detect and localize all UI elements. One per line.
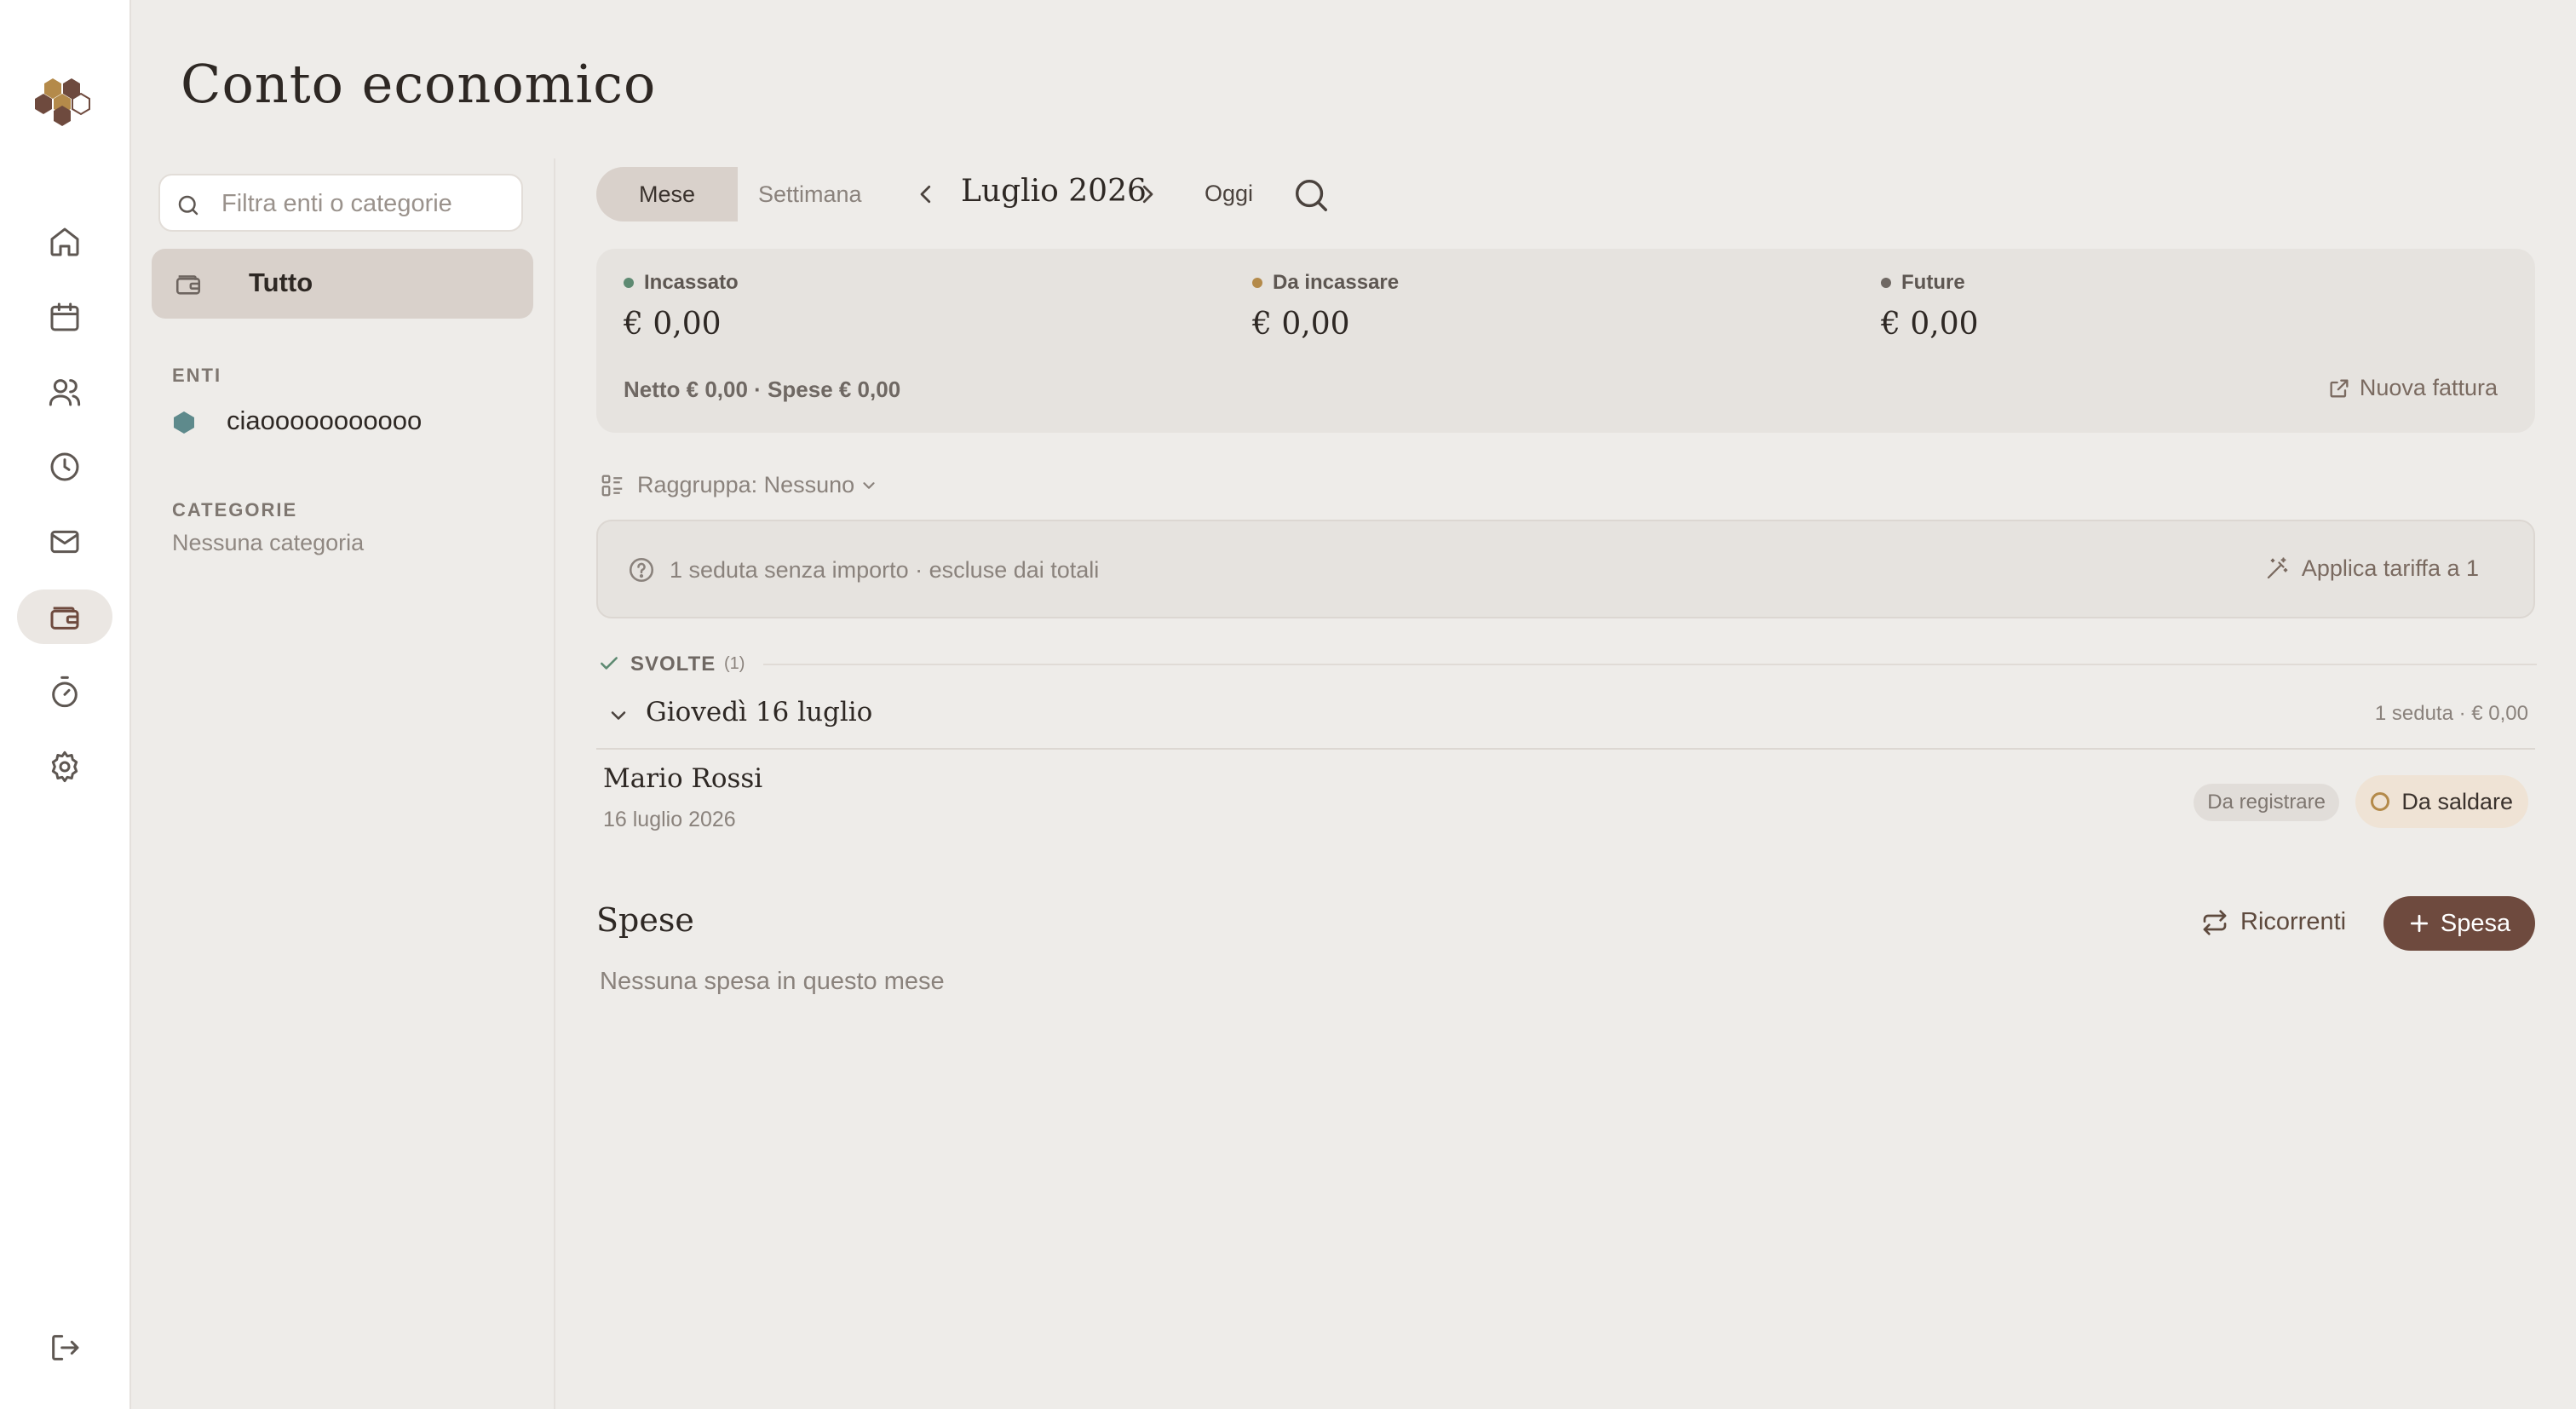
nav-history[interactable] [17,440,112,494]
nav-home[interactable] [17,215,112,269]
stat-value: € 0,00 [1881,307,1979,342]
apply-rate-button[interactable]: Applica tariffa a 1 [2264,555,2479,582]
stat-collected: Incassato € 0,00 [624,271,739,342]
group-by-dropdown[interactable]: Raggruppa: Nessuno [600,472,890,498]
completed-section-header[interactable]: SVOLTE (1) [598,651,2537,676]
payment-status-label: Da saldare [2401,788,2513,814]
notice-text: 1 seduta senza importo · escluse dai tot… [670,556,1100,583]
day-label: Giovedì 16 luglio [646,697,873,728]
nav-finance[interactable] [17,589,112,644]
wallet-icon [50,607,79,630]
apply-rate-label: Applica tariffa a 1 [2301,555,2479,581]
filter-panel: Tutto ENTI ciaooooooooooo CATEGORIE Ness… [129,158,555,1409]
mail-icon [50,530,79,554]
summary-card: Incassato € 0,00 Da incassare € 0,00 Fut… [596,249,2535,433]
search-button[interactable] [1291,175,1331,215]
search-icon [1295,179,1327,211]
recurring-button[interactable]: Ricorrenti [2201,908,2346,936]
totals-line: Netto € 0,00 · Spese € 0,00 [624,377,901,402]
stat-label: Future [1901,271,1965,294]
nav-settings[interactable] [17,739,112,794]
filter-search-input[interactable] [220,186,513,221]
view-month[interactable]: Mese [596,167,738,221]
nav-patients[interactable] [17,365,112,419]
entity-name: ciaooooooooooo [227,405,423,435]
filter-all[interactable]: Tutto [152,249,533,319]
magic-wand-icon [2267,556,2288,578]
stat-to-collect: Da incassare € 0,00 [1252,271,1399,342]
chevron-down-icon [863,481,875,489]
logout-icon [52,1335,79,1360]
no-categories: Nessuna categoria [172,530,365,555]
session-row[interactable]: Mario Rossi 16 luglio 2026 Da registrare… [596,750,2535,852]
view-week[interactable]: Settimana [738,167,883,221]
day-summary: 1 seduta · € 0,00 [2374,702,2528,725]
add-expense-label: Spesa [2440,909,2511,937]
view-toggle: Mese Settimana [596,167,883,221]
status-dot-icon [1252,278,1262,288]
nav-messages[interactable] [17,515,112,569]
recurring-label: Ricorrenti [2240,908,2347,935]
nav-logout[interactable] [17,1320,112,1375]
entities-heading: ENTI [172,365,222,386]
next-period-button[interactable] [1135,179,1160,210]
stat-label: Incassato [644,271,739,294]
repeat-icon [2203,909,2227,935]
status-dot-icon [624,278,634,288]
clock-icon [50,452,79,481]
chevron-right-icon [1142,185,1153,204]
categories-heading: CATEGORIE [172,499,298,520]
page-title: Conto economico [181,53,657,115]
home-icon [50,227,79,256]
section-label: SVOLTE [630,653,716,676]
nav-timer[interactable] [17,664,112,719]
wallet-icon [175,275,201,295]
app-logo [34,78,90,126]
divider [763,664,2537,665]
search-icon [178,195,198,216]
add-expense-button[interactable]: Spesa [2383,896,2535,951]
users-icon [49,379,81,406]
nav-rail [0,0,131,1409]
help-circle-icon [629,557,654,583]
prev-period-button[interactable] [913,179,939,210]
calendar-icon [50,302,79,331]
nav-calendar[interactable] [17,290,112,344]
session-patient-name: Mario Rossi [603,763,763,794]
gear-icon [51,751,78,783]
session-date: 16 luglio 2026 [603,808,736,831]
missing-amount-notice: 1 seduta senza importo · escluse dai tot… [596,520,2535,618]
stat-value: € 0,00 [1252,307,1350,342]
status-dot-icon [1881,278,1891,288]
stat-value: € 0,00 [624,307,722,342]
payment-status-button[interactable]: Da saldare [2355,775,2528,828]
expenses-title: Spese [596,901,694,939]
stat-future: Future € 0,00 [1881,271,1979,342]
circle-icon [2371,792,2390,811]
today-button[interactable]: Oggi [1205,181,1253,207]
stat-label: Da incassare [1273,271,1400,294]
chevron-left-icon [920,185,931,204]
entity-color-icon [174,411,194,434]
status-badge: Da registrare [2194,784,2339,821]
filter-all-label: Tutto [249,267,313,297]
no-expenses-message: Nessuna spesa in questo mese [600,968,945,995]
period-label: Luglio 2026 [961,174,1147,209]
external-link-icon [2330,379,2349,397]
list-icon [601,474,623,496]
check-icon [601,657,618,670]
day-group-header[interactable]: Giovedì 16 luglio 1 seduta · € 0,00 [596,695,2535,750]
new-invoice-label: Nuova fattura [2359,375,2498,400]
section-count: (1) [724,654,745,673]
group-by-label: Raggruppa: Nessuno [637,472,855,497]
chevron-down-icon [611,711,626,720]
plus-icon [2410,914,2428,933]
timer-icon [52,676,78,708]
new-invoice-link[interactable]: Nuova fattura [2327,375,2498,401]
filter-search[interactable] [158,174,523,232]
